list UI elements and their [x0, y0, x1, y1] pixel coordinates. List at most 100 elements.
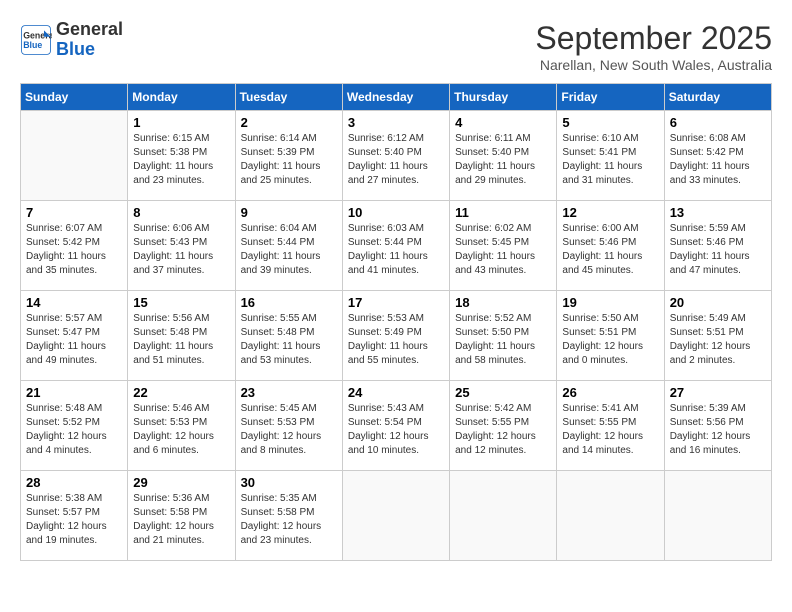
calendar-cell: 30 Sunrise: 5:35 AMSunset: 5:58 PMDayligh…: [235, 471, 342, 561]
calendar-cell: 7 Sunrise: 6:07 AMSunset: 5:42 PMDaylight…: [21, 201, 128, 291]
day-info: Sunrise: 5:36 AMSunset: 5:58 PMDaylight:…: [133, 492, 229, 548]
day-info: Sunrise: 6:14 AMSunset: 5:39 PMDaylight:…: [241, 132, 337, 188]
day-number: 27: [670, 385, 766, 400]
calendar-cell: 5 Sunrise: 6:10 AMSunset: 5:41 PMDaylight…: [557, 111, 664, 201]
calendar-cell: 10 Sunrise: 6:03 AMSunset: 5:44 PMDayligh…: [342, 201, 449, 291]
calendar-cell: 6 Sunrise: 6:08 AMSunset: 5:42 PMDaylight…: [664, 111, 771, 201]
day-number: 22: [133, 385, 229, 400]
calendar-cell: 11Sunrise: 6:02 AMSunset: 5:45 PMDayligh…: [450, 201, 557, 291]
day-number: 16: [241, 295, 337, 310]
day-number: 21: [26, 385, 122, 400]
calendar-cell: 4 Sunrise: 6:11 AMSunset: 5:40 PMDaylight…: [450, 111, 557, 201]
calendar-cell: 25 Sunrise: 5:42 AMSunset: 5:55 PMDayligh…: [450, 381, 557, 471]
calendar-week-1: 1 Sunrise: 6:15 AMSunset: 5:38 PMDaylight…: [21, 111, 772, 201]
day-number: 7: [26, 205, 122, 220]
day-number: 25: [455, 385, 551, 400]
calendar-cell: 16Sunrise: 5:55 AMSunset: 5:48 PMDayligh…: [235, 291, 342, 381]
month-title: September 2025: [535, 20, 772, 57]
day-info: Sunrise: 5:49 AMSunset: 5:51 PMDaylight:…: [670, 312, 766, 368]
day-header-saturday: Saturday: [664, 84, 771, 111]
day-number: 8: [133, 205, 229, 220]
day-number: 10: [348, 205, 444, 220]
day-number: 11: [455, 205, 551, 220]
calendar-cell: 19 Sunrise: 5:50 AMSunset: 5:51 PMDayligh…: [557, 291, 664, 381]
day-number: 4: [455, 115, 551, 130]
day-number: 17: [348, 295, 444, 310]
day-number: 3: [348, 115, 444, 130]
calendar-cell: 24 Sunrise: 5:43 AMSunset: 5:54 PMDayligh…: [342, 381, 449, 471]
day-info: Sunrise: 5:48 AMSunset: 5:52 PMDaylight:…: [26, 402, 122, 458]
day-number: 12: [562, 205, 658, 220]
calendar-cell: 12 Sunrise: 6:00 AMSunset: 5:46 PMDayligh…: [557, 201, 664, 291]
day-number: 2: [241, 115, 337, 130]
day-number: 30: [241, 475, 337, 490]
day-number: 26: [562, 385, 658, 400]
day-info: Sunrise: 5:38 AMSunset: 5:57 PMDaylight:…: [26, 492, 122, 548]
calendar-cell: 14Sunrise: 5:57 AMSunset: 5:47 PMDayligh…: [21, 291, 128, 381]
day-info: Sunrise: 6:08 AMSunset: 5:42 PMDaylight:…: [670, 132, 766, 188]
day-number: 28: [26, 475, 122, 490]
day-info: Sunrise: 6:07 AMSunset: 5:42 PMDaylight:…: [26, 222, 122, 278]
day-number: 1: [133, 115, 229, 130]
day-info: Sunrise: 6:06 AMSunset: 5:43 PMDaylight:…: [133, 222, 229, 278]
day-number: 20: [670, 295, 766, 310]
day-number: 5: [562, 115, 658, 130]
day-number: 13: [670, 205, 766, 220]
day-number: 23: [241, 385, 337, 400]
day-info: Sunrise: 5:57 AMSunset: 5:47 PMDaylight:…: [26, 312, 122, 368]
day-info: Sunrise: 5:35 AMSunset: 5:58 PMDaylight:…: [241, 492, 337, 548]
day-number: 6: [670, 115, 766, 130]
day-number: 15: [133, 295, 229, 310]
day-info: Sunrise: 5:39 AMSunset: 5:56 PMDaylight:…: [670, 402, 766, 458]
day-info: Sunrise: 5:56 AMSunset: 5:48 PMDaylight:…: [133, 312, 229, 368]
calendar-cell: 3 Sunrise: 6:12 AMSunset: 5:40 PMDaylight…: [342, 111, 449, 201]
title-area: September 2025 Narellan, New South Wales…: [535, 20, 772, 73]
day-header-friday: Friday: [557, 84, 664, 111]
calendar-cell: 23 Sunrise: 5:45 AMSunset: 5:53 PMDayligh…: [235, 381, 342, 471]
calendar-cell: 1 Sunrise: 6:15 AMSunset: 5:38 PMDaylight…: [128, 111, 235, 201]
logo-blue: Blue: [56, 40, 123, 60]
day-info: Sunrise: 6:11 AMSunset: 5:40 PMDaylight:…: [455, 132, 551, 188]
day-header-monday: Monday: [128, 84, 235, 111]
day-info: Sunrise: 6:03 AMSunset: 5:44 PMDaylight:…: [348, 222, 444, 278]
day-info: Sunrise: 5:43 AMSunset: 5:54 PMDaylight:…: [348, 402, 444, 458]
calendar-cell: [664, 471, 771, 561]
day-number: 19: [562, 295, 658, 310]
calendar-cell: 27 Sunrise: 5:39 AMSunset: 5:56 PMDayligh…: [664, 381, 771, 471]
day-info: Sunrise: 5:53 AMSunset: 5:49 PMDaylight:…: [348, 312, 444, 368]
calendar-week-4: 21 Sunrise: 5:48 AMSunset: 5:52 PMDayligh…: [21, 381, 772, 471]
calendar-cell: [342, 471, 449, 561]
day-info: Sunrise: 6:00 AMSunset: 5:46 PMDaylight:…: [562, 222, 658, 278]
calendar-cell: 29 Sunrise: 5:36 AMSunset: 5:58 PMDayligh…: [128, 471, 235, 561]
calendar-cell: 2 Sunrise: 6:14 AMSunset: 5:39 PMDaylight…: [235, 111, 342, 201]
logo-general: General: [56, 20, 123, 40]
day-number: 24: [348, 385, 444, 400]
calendar-cell: 26 Sunrise: 5:41 AMSunset: 5:55 PMDayligh…: [557, 381, 664, 471]
day-header-tuesday: Tuesday: [235, 84, 342, 111]
calendar-cell: 20 Sunrise: 5:49 AMSunset: 5:51 PMDayligh…: [664, 291, 771, 381]
day-info: Sunrise: 5:42 AMSunset: 5:55 PMDaylight:…: [455, 402, 551, 458]
day-header-sunday: Sunday: [21, 84, 128, 111]
calendar-cell: 18Sunrise: 5:52 AMSunset: 5:50 PMDayligh…: [450, 291, 557, 381]
day-info: Sunrise: 6:10 AMSunset: 5:41 PMDaylight:…: [562, 132, 658, 188]
day-info: Sunrise: 5:41 AMSunset: 5:55 PMDaylight:…: [562, 402, 658, 458]
day-info: Sunrise: 5:50 AMSunset: 5:51 PMDaylight:…: [562, 312, 658, 368]
day-info: Sunrise: 5:59 AMSunset: 5:46 PMDaylight:…: [670, 222, 766, 278]
day-number: 29: [133, 475, 229, 490]
day-info: Sunrise: 5:52 AMSunset: 5:50 PMDaylight:…: [455, 312, 551, 368]
day-info: Sunrise: 6:15 AMSunset: 5:38 PMDaylight:…: [133, 132, 229, 188]
day-info: Sunrise: 5:45 AMSunset: 5:53 PMDaylight:…: [241, 402, 337, 458]
calendar-cell: [450, 471, 557, 561]
calendar-cell: 22 Sunrise: 5:46 AMSunset: 5:53 PMDayligh…: [128, 381, 235, 471]
svg-text:Blue: Blue: [23, 40, 42, 50]
calendar-cell: [21, 111, 128, 201]
calendar-cell: 13 Sunrise: 5:59 AMSunset: 5:46 PMDayligh…: [664, 201, 771, 291]
day-info: Sunrise: 5:46 AMSunset: 5:53 PMDaylight:…: [133, 402, 229, 458]
logo-icon: General Blue: [20, 24, 52, 56]
calendar-cell: 15 Sunrise: 5:56 AMSunset: 5:48 PMDayligh…: [128, 291, 235, 381]
calendar-cell: 28 Sunrise: 5:38 AMSunset: 5:57 PMDayligh…: [21, 471, 128, 561]
calendar-cell: 21 Sunrise: 5:48 AMSunset: 5:52 PMDayligh…: [21, 381, 128, 471]
day-info: Sunrise: 6:12 AMSunset: 5:40 PMDaylight:…: [348, 132, 444, 188]
calendar-header: SundayMondayTuesdayWednesdayThursdayFrid…: [21, 84, 772, 111]
day-info: Sunrise: 6:04 AMSunset: 5:44 PMDaylight:…: [241, 222, 337, 278]
